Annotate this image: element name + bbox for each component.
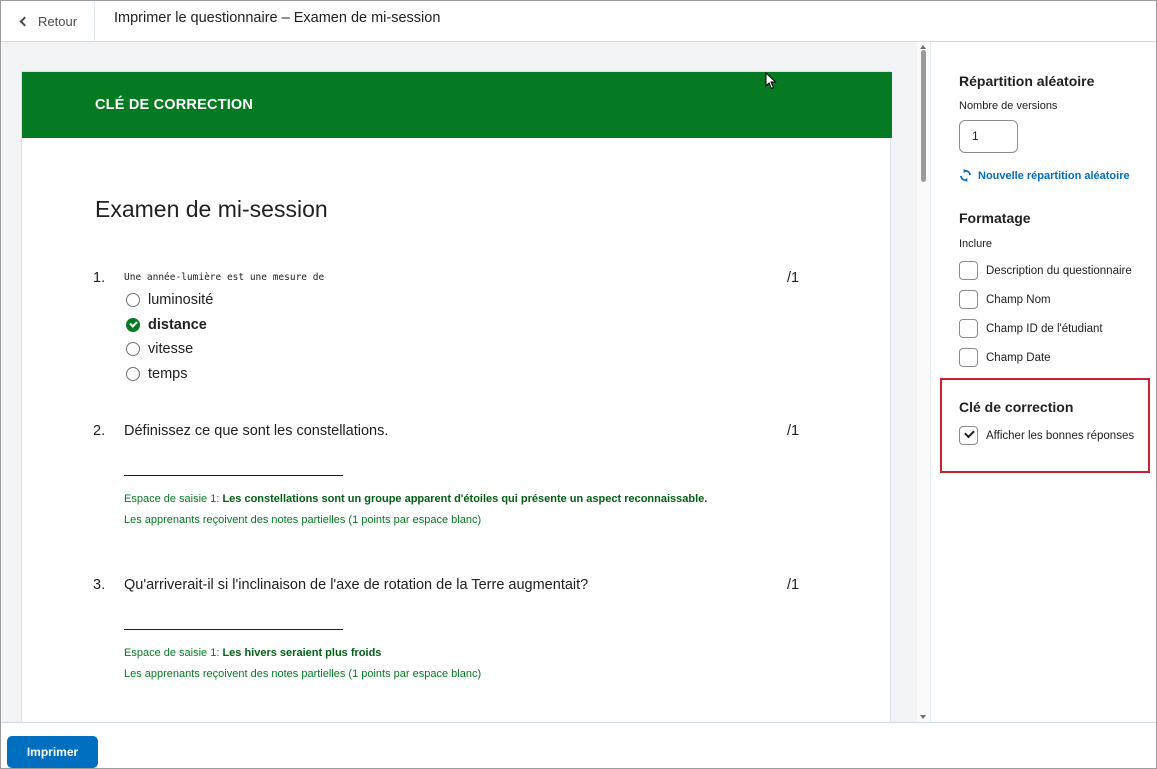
option-label: vitesse: [148, 341, 194, 357]
format-heading: Formatage: [959, 210, 1031, 226]
chevron-left-icon: [19, 16, 30, 27]
refresh-icon: [960, 169, 971, 182]
answer-prefix: Espace de saisie 1:: [124, 493, 223, 505]
question-number: 1.: [93, 270, 106, 286]
scroll-thumb[interactable]: [921, 50, 926, 182]
answer-text: Espace de saisie 1: Les constellations s…: [124, 493, 707, 505]
random-heading: Répartition aléatoire: [959, 73, 1095, 89]
settings-panel: Répartition aléatoire Nombre de versions…: [930, 42, 1156, 722]
back-label: Retour: [38, 13, 78, 29]
option-label: temps: [148, 366, 188, 382]
radio-icon: [126, 367, 140, 381]
answer-prefix: Espace de saisie 1:: [124, 647, 223, 659]
print-button[interactable]: Imprimer: [7, 736, 98, 768]
option-distance: distance: [126, 317, 207, 333]
question-text: Une année-lumière est une mesure de: [124, 272, 325, 283]
checkbox-label: Afficher les bonnes réponses: [986, 429, 1135, 442]
scroll-up-arrow-icon[interactable]: [920, 45, 926, 49]
option-label: luminosité: [148, 292, 214, 308]
answer-text: Espace de saisie 1: Les hivers seraient …: [124, 647, 381, 659]
option-vitesse: vitesse: [126, 341, 193, 357]
checkbox-label: Champ Nom: [986, 293, 1051, 306]
checkbox-checked[interactable]: [959, 426, 978, 445]
top-bar: Retour Imprimer le questionnaire – Exame…: [1, 1, 1156, 42]
option-label: distance: [148, 317, 207, 333]
quiz-sheet: CLÉ DE CORRECTION Examen de mi-session 1…: [21, 71, 892, 722]
partial-credit-note: Les apprenants reçoivent des notes parti…: [124, 514, 482, 526]
checkbox-label: Champ Date: [986, 351, 1051, 364]
preview-scrollbar[interactable]: [917, 42, 929, 722]
radio-icon: [126, 293, 140, 307]
question-points: /1: [787, 577, 800, 593]
checkbox[interactable]: [959, 348, 978, 367]
include-name-option[interactable]: Champ Nom: [959, 290, 1051, 309]
versions-input[interactable]: 1: [959, 120, 1018, 153]
reshuffle-link[interactable]: Nouvelle répartition aléatoire: [959, 169, 1130, 182]
reshuffle-label: Nouvelle répartition aléatoire: [978, 169, 1130, 182]
answer-key-heading: Clé de correction: [959, 399, 1074, 415]
option-temps: temps: [126, 366, 188, 382]
quiz-title: Examen de mi-session: [95, 196, 328, 222]
radio-icon: [126, 342, 140, 356]
question-points: /1: [787, 270, 800, 286]
include-student-id-option[interactable]: Champ ID de l'étudiant: [959, 319, 1103, 338]
answer-blank-line: [124, 629, 343, 630]
app-window: Retour Imprimer le questionnaire – Exame…: [0, 0, 1157, 769]
page-title: Imprimer le questionnaire – Examen de mi…: [114, 10, 441, 26]
include-label: Inclure: [959, 238, 993, 250]
checkbox-label: Champ ID de l'étudiant: [986, 322, 1103, 335]
show-answers-option[interactable]: Afficher les bonnes réponses: [959, 426, 1134, 445]
back-button[interactable]: Retour: [1, 1, 95, 41]
question-text: Qu'arriverait-il si l'inclinaison de l'a…: [124, 577, 589, 593]
checkbox[interactable]: [959, 290, 978, 309]
checkbox[interactable]: [959, 261, 978, 280]
checkbox[interactable]: [959, 319, 978, 338]
answer-value: Les hivers seraient plus froids: [222, 647, 382, 659]
include-description-option[interactable]: Description du questionnaire: [959, 261, 1132, 280]
question-text: Définissez ce que sont les constellation…: [124, 423, 389, 439]
answer-blank-line: [124, 475, 343, 476]
answer-value: Les constellations sont un groupe appare…: [222, 493, 708, 505]
preview-area[interactable]: CLÉ DE CORRECTION Examen de mi-session 1…: [2, 42, 917, 722]
check-circle-icon: [126, 318, 140, 332]
option-luminosite: luminosité: [126, 292, 213, 308]
versions-label: Nombre de versions: [959, 100, 1058, 112]
question-number: 3.: [93, 577, 106, 593]
question-number: 2.: [93, 423, 106, 439]
question-points: /1: [787, 423, 800, 439]
answer-key-banner: CLÉ DE CORRECTION: [22, 72, 892, 138]
mouse-cursor-icon: [765, 72, 777, 90]
partial-credit-note: Les apprenants reçoivent des notes parti…: [124, 668, 482, 680]
include-date-option[interactable]: Champ Date: [959, 348, 1051, 367]
scroll-down-arrow-icon[interactable]: [920, 715, 926, 719]
bottom-bar: Imprimer: [1, 722, 1156, 768]
checkbox-label: Description du questionnaire: [986, 264, 1132, 277]
